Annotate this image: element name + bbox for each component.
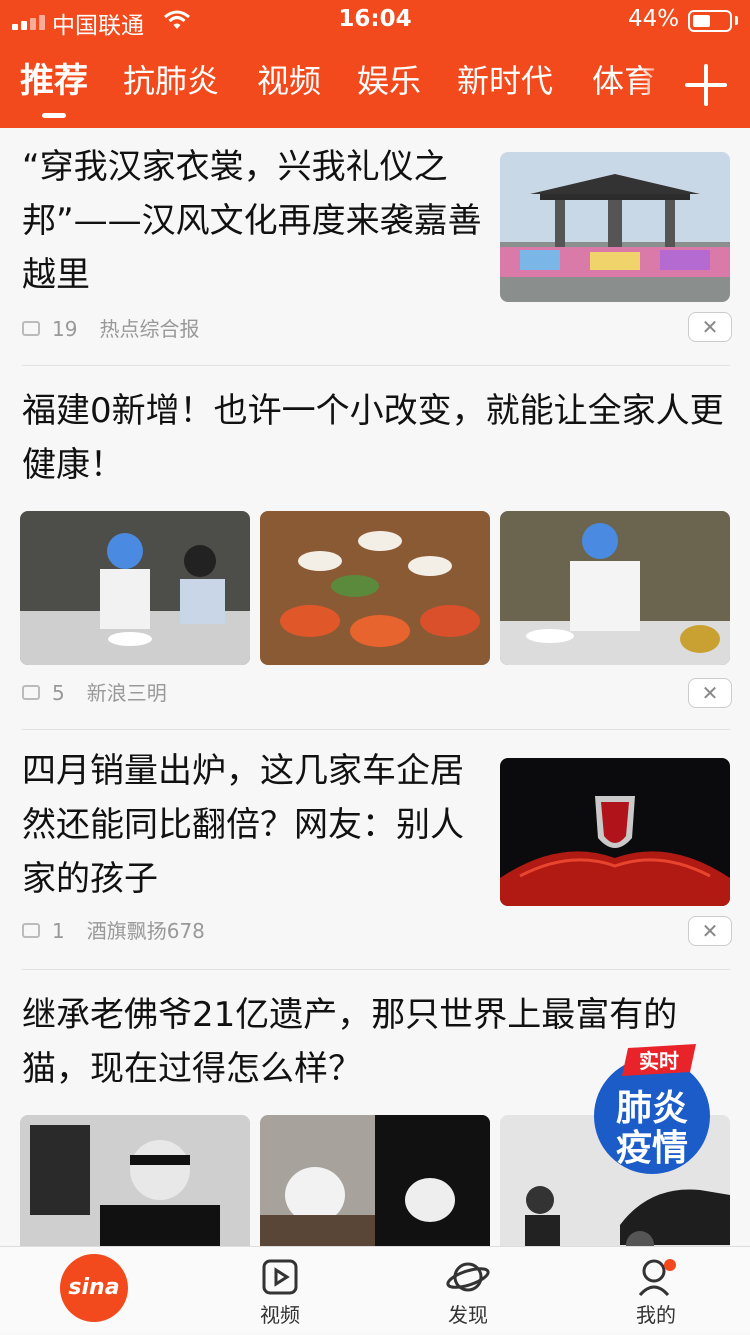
- comment-count: 19: [52, 317, 78, 341]
- badge-line2: 疫情: [616, 1127, 688, 1168]
- battery-tip: [735, 16, 738, 25]
- dismiss-button[interactable]: ✕: [688, 916, 732, 946]
- article-thumbnail[interactable]: [500, 758, 730, 906]
- nav-video[interactable]: 视频: [220, 1247, 340, 1335]
- comment-count: 5: [52, 681, 65, 705]
- article-meta: 19 热点综合报: [22, 314, 199, 344]
- comment-icon: [22, 685, 40, 700]
- user-icon: [638, 1259, 676, 1297]
- article-card[interactable]: “穿我汉家衣裳，兴我礼仪之邦”——汉风文化再度来袭嘉善越里 19 热点综合报 ✕: [0, 128, 750, 366]
- article-meta: 5 新浪三明: [22, 678, 167, 708]
- nav-discover-label: 发现: [448, 1303, 488, 1327]
- channel-tabs: 推荐 抗肺炎 视频 娱乐 新时代 体育: [0, 56, 660, 116]
- tabs-fade: [640, 56, 670, 112]
- video-icon: [262, 1259, 298, 1295]
- nav-me-label: 我的: [636, 1303, 676, 1327]
- nav-me[interactable]: 我的: [596, 1247, 716, 1335]
- article-source: 新浪三明: [86, 681, 167, 705]
- article-image[interactable]: [260, 1115, 490, 1246]
- article-source: 热点综合报: [99, 317, 200, 341]
- top-header: 中国联通 16:04 44% 推荐 抗肺炎 视频 娱乐 新时代 体育: [0, 0, 750, 128]
- tab-video[interactable]: 视频: [257, 56, 321, 106]
- article-card[interactable]: 四月销量出炉，这几家车企居然还能同比翻倍？网友：别人家的孩子 1 酒旗飘扬678 …: [0, 730, 750, 970]
- comment-count: 1: [52, 919, 65, 943]
- nav-home-sina[interactable]: sina: [60, 1254, 128, 1322]
- comment-icon: [22, 321, 40, 336]
- planet-icon: [446, 1262, 490, 1292]
- article-title[interactable]: 福建0新增！也许一个小改变，就能让全家人更健康！: [22, 384, 730, 492]
- badge-line1: 肺炎: [616, 1087, 688, 1128]
- tab-anti-pneumonia[interactable]: 抗肺炎: [123, 56, 219, 106]
- tab-recommend[interactable]: 推荐: [20, 56, 88, 106]
- badge-live-label: 实时: [639, 1049, 679, 1073]
- active-tab-indicator: [42, 113, 66, 118]
- article-image[interactable]: [20, 511, 250, 665]
- article-card[interactable]: 福建0新增！也许一个小改变，就能让全家人更健康！ 5 新浪三明 ✕: [0, 366, 750, 730]
- tab-new-era[interactable]: 新时代: [457, 56, 553, 106]
- pneumonia-live-badge[interactable]: 实时 肺炎 疫情: [584, 1040, 720, 1176]
- nav-discover[interactable]: 发现: [408, 1247, 528, 1335]
- status-bar: 中国联通 16:04 44%: [0, 0, 750, 40]
- article-title[interactable]: “穿我汉家衣裳，兴我礼仪之邦”——汉风文化再度来袭嘉善越里: [22, 140, 482, 302]
- battery-icon: [688, 10, 732, 32]
- article-source: 酒旗飘扬678: [86, 919, 205, 943]
- dismiss-button[interactable]: ✕: [688, 678, 732, 708]
- battery-percent: 44%: [628, 6, 680, 32]
- tab-entertainment[interactable]: 娱乐: [357, 56, 421, 106]
- article-image[interactable]: [260, 511, 490, 665]
- add-channel-icon[interactable]: [683, 62, 729, 108]
- article-title[interactable]: 四月销量出炉，这几家车企居然还能同比翻倍？网友：别人家的孩子: [22, 744, 482, 906]
- article-image[interactable]: [20, 1115, 250, 1246]
- comment-icon: [22, 923, 40, 938]
- article-image[interactable]: [500, 511, 730, 665]
- article-meta: 1 酒旗飘扬678: [22, 916, 205, 946]
- nav-video-label: 视频: [260, 1303, 300, 1327]
- article-thumbnail[interactable]: [500, 152, 730, 302]
- dismiss-button[interactable]: ✕: [688, 312, 732, 342]
